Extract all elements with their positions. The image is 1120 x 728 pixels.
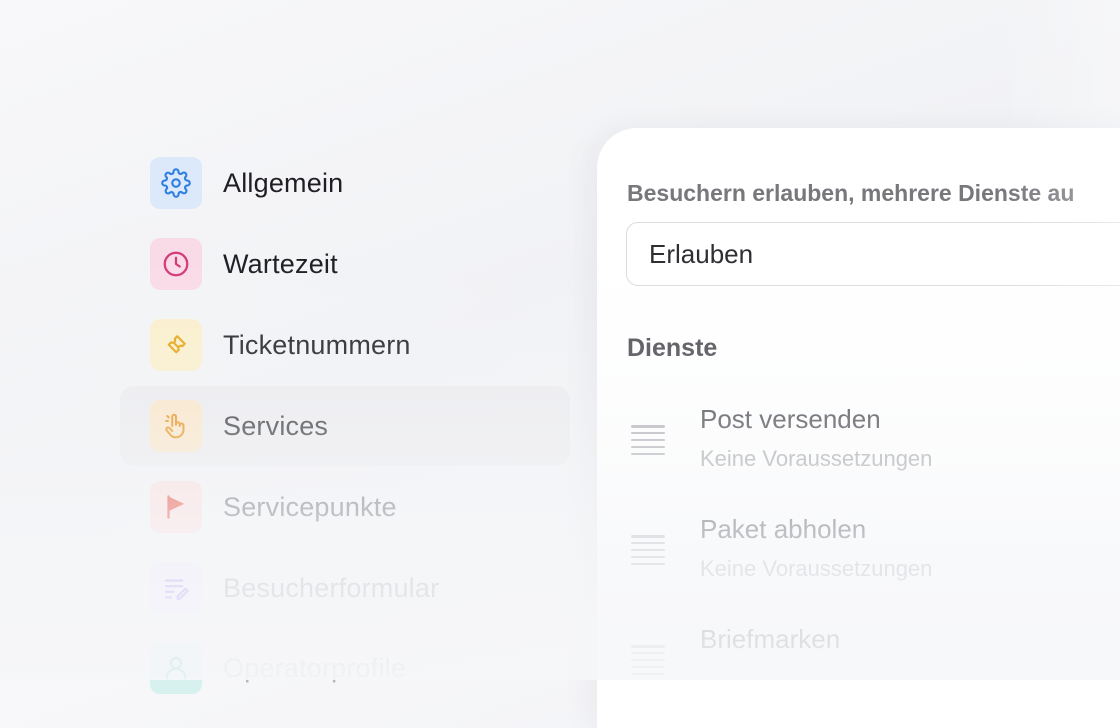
sidebar-item-wartezeit[interactable]: Wartezeit (120, 224, 570, 304)
sidebar-item-allgemein[interactable]: Allgemein (120, 143, 570, 223)
ticket-icon (150, 319, 202, 371)
drag-handle-icon[interactable] (631, 425, 665, 455)
sidebar-item-label: Allgemein (223, 167, 344, 198)
clock-icon (150, 238, 202, 290)
service-row[interactable]: Paket abholen Keine Voraussetzungen (597, 508, 1120, 598)
sidebar-item-label: Besucherformular (223, 572, 440, 603)
sidebar-item-besucherformular[interactable]: Besucherformular (120, 548, 570, 628)
sidebar-item-label: Operatorprofile (223, 652, 407, 683)
user-icon (150, 642, 202, 694)
sidebar-item-services[interactable]: Services (120, 386, 570, 466)
sidebar-item-label: Ticketnummern (223, 329, 411, 360)
service-name: Briefmarken (700, 624, 841, 654)
sidebar-item-servicepunkte[interactable]: Servicepunkte (120, 467, 570, 547)
multi-service-select[interactable]: Erlauben (626, 222, 1120, 286)
form-edit-icon (150, 562, 202, 614)
service-row[interactable]: Post versenden Keine Voraussetzungen (597, 398, 1120, 488)
sidebar-item-label: Services (223, 410, 329, 441)
service-row[interactable]: Briefmarken (597, 618, 1120, 680)
flag-icon (150, 481, 202, 533)
gear-icon (150, 157, 202, 209)
services-section-title: Dienste (627, 334, 718, 362)
pointing-hand-icon (150, 400, 202, 452)
drag-handle-icon[interactable] (631, 645, 665, 675)
service-name: Post versenden (700, 404, 881, 434)
service-requirement: Keine Voraussetzungen (700, 556, 933, 581)
sidebar-item-ticketnummern[interactable]: Ticketnummern (120, 305, 570, 385)
multi-service-label: Besuchern erlauben, mehrere Dienste au (627, 180, 1075, 206)
service-name: Paket abholen (700, 514, 867, 544)
drag-handle-icon[interactable] (631, 535, 665, 565)
service-requirement: Keine Voraussetzungen (700, 446, 933, 471)
sidebar-item-label: Wartezeit (223, 248, 338, 279)
sidebar-item-operatorprofile[interactable]: Operatorprofile (120, 628, 570, 708)
sidebar-item-label: Servicepunkte (223, 491, 397, 522)
settings-panel: Besuchern erlauben, mehrere Dienste au E… (597, 128, 1120, 728)
settings-sidebar: Allgemein Wartezeit Ticketnummern Servic… (0, 0, 600, 694)
